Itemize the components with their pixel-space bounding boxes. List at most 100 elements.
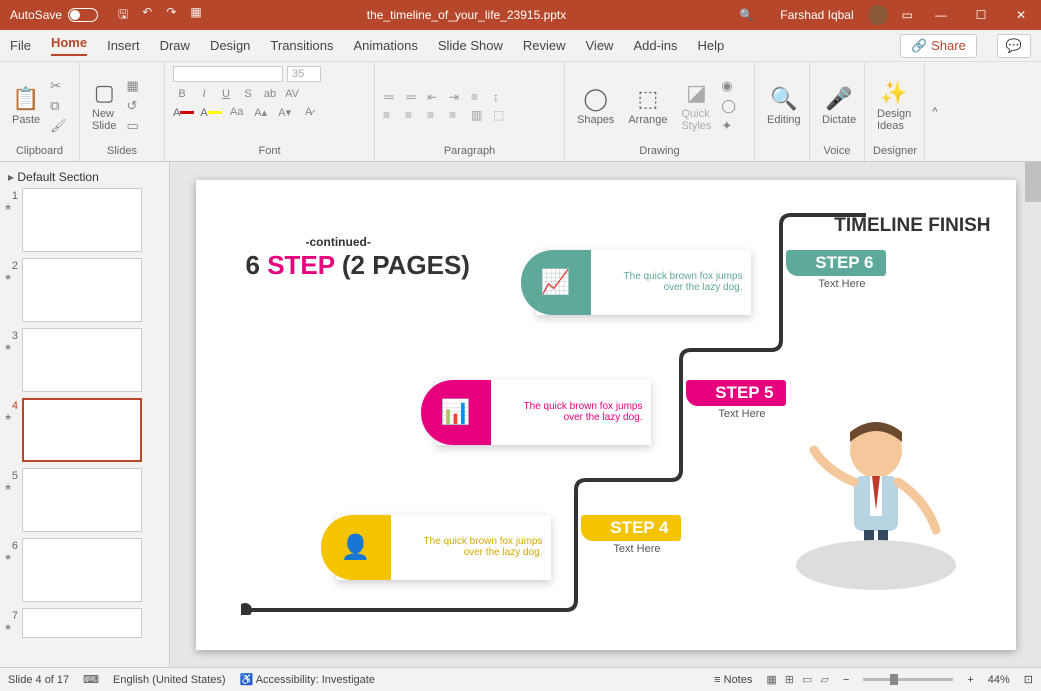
slide-thumb-7[interactable] [22, 608, 142, 638]
redo-icon[interactable]: ↷ [166, 5, 176, 26]
align-right-button[interactable]: ≡ [427, 108, 445, 122]
character-spacing-button[interactable]: AV [283, 88, 301, 100]
slideshow-view-button[interactable]: ▱ [820, 673, 828, 686]
italic-button[interactable]: I [195, 88, 213, 100]
chart-bar-icon: 📊 [421, 380, 491, 445]
minimize-button[interactable]: — [921, 8, 961, 22]
format-painter-icon[interactable]: 🖌 [50, 118, 67, 134]
vertical-scrollbar[interactable] [1025, 162, 1041, 667]
avatar[interactable] [868, 5, 888, 25]
reading-view-button[interactable]: ▭ [802, 673, 812, 686]
undo-icon[interactable]: ↶ [142, 5, 152, 26]
shadow-button[interactable]: ab [261, 88, 279, 100]
section-header[interactable]: Default Section [4, 166, 165, 188]
present-icon[interactable]: ▦ [190, 5, 201, 26]
collapse-ribbon-button[interactable]: ^ [925, 62, 945, 161]
reset-icon[interactable]: ↺ [126, 98, 138, 114]
tab-file[interactable]: File [10, 38, 31, 53]
share-button[interactable]: 🔗 Share [900, 34, 977, 58]
sorter-view-button[interactable]: ⊞ [785, 673, 794, 686]
smartart-button[interactable]: ⬚ [493, 108, 511, 122]
tab-draw[interactable]: Draw [160, 38, 190, 53]
username: Farshad Iqbal [780, 8, 853, 22]
slide-thumb-3[interactable] [22, 328, 142, 392]
slide-canvas[interactable]: -continued- 6 STEP (2 PAGES) TIMELINE FI… [196, 180, 1016, 650]
clear-formatting-button[interactable]: A̷ [300, 106, 318, 119]
spellcheck-icon[interactable]: ⌨ [83, 673, 99, 686]
arrange-button[interactable]: ⬚ Arrange [624, 84, 671, 128]
autosave-label: AutoSave [10, 8, 62, 22]
group-slides: Slides [88, 145, 156, 157]
search-icon[interactable]: 🔍 [721, 8, 772, 22]
line-spacing-button[interactable]: ≡ [471, 90, 489, 104]
tab-help[interactable]: Help [698, 38, 725, 53]
zoom-level[interactable]: 44% [988, 674, 1010, 686]
quick-styles-button[interactable]: ◪ Quick Styles [677, 78, 715, 134]
tab-transitions[interactable]: Transitions [270, 38, 333, 53]
bold-button[interactable]: B [173, 88, 191, 100]
align-left-button[interactable]: ≡ [383, 108, 401, 122]
tab-view[interactable]: View [586, 38, 614, 53]
font-color-button[interactable]: A [173, 106, 194, 119]
columns-button[interactable]: ▥ [471, 108, 489, 122]
slide-thumb-5[interactable] [22, 468, 142, 532]
editing-button[interactable]: 🔍 Editing [763, 84, 805, 128]
tab-home[interactable]: Home [51, 35, 87, 56]
new-slide-button[interactable]: ▢ New Slide [88, 78, 120, 134]
slide-thumb-6[interactable] [22, 538, 142, 602]
justify-button[interactable]: ≡ [449, 108, 467, 122]
step6-text: Text Here [818, 278, 865, 290]
shapes-button[interactable]: ◯ Shapes [573, 84, 618, 128]
highlight-button[interactable]: A [200, 106, 221, 119]
zoom-in-button[interactable]: + [967, 674, 973, 686]
font-family-select[interactable] [173, 66, 283, 82]
normal-view-button[interactable]: ▦ [766, 673, 776, 686]
group-voice: Voice [818, 145, 856, 157]
zoom-slider[interactable] [863, 678, 953, 681]
slide-thumb-4[interactable] [22, 398, 142, 462]
design-ideas-button[interactable]: ✨ Design Ideas [873, 78, 915, 134]
shrink-font-button[interactable]: A▾ [276, 106, 294, 119]
underline-button[interactable]: U [217, 88, 235, 100]
comments-button[interactable]: 💬 [997, 34, 1031, 58]
grow-font-button[interactable]: A▴ [252, 106, 270, 119]
tab-animations[interactable]: Animations [354, 38, 418, 53]
save-icon[interactable]: 🖫 [118, 5, 128, 26]
zoom-out-button[interactable]: − [843, 674, 849, 686]
tab-insert[interactable]: Insert [107, 38, 140, 53]
section-icon[interactable]: ▭ [126, 118, 138, 134]
slide-thumb-2[interactable] [22, 258, 142, 322]
text-direction-button[interactable]: ↕ [493, 90, 511, 104]
tab-addins[interactable]: Add-ins [633, 38, 677, 53]
cut-icon[interactable]: ✂ [50, 78, 67, 94]
tab-slideshow[interactable]: Slide Show [438, 38, 503, 53]
indent-decrease-button[interactable]: ⇤ [427, 90, 445, 104]
font-size-select[interactable]: 35 [287, 66, 321, 82]
tab-review[interactable]: Review [523, 38, 566, 53]
maximize-button[interactable]: ☐ [961, 8, 1001, 22]
shape-outline-icon[interactable]: ◯ [721, 98, 736, 114]
strikethrough-button[interactable]: S [239, 88, 257, 100]
accessibility-status[interactable]: ♿ Accessibility: Investigate [240, 673, 375, 686]
align-center-button[interactable]: ≡ [405, 108, 423, 122]
arrange-icon: ⬚ [637, 86, 658, 112]
close-button[interactable]: ✕ [1001, 8, 1041, 22]
notes-button[interactable]: ≡ Notes [714, 674, 752, 686]
shape-fill-icon[interactable]: ◉ [721, 78, 736, 94]
indent-increase-button[interactable]: ⇥ [449, 90, 467, 104]
fit-window-button[interactable]: ⊡ [1024, 673, 1033, 686]
slide-counter[interactable]: Slide 4 of 17 [8, 674, 69, 686]
change-case-button[interactable]: Aa [228, 106, 246, 119]
autosave-toggle[interactable] [68, 8, 98, 22]
tab-design[interactable]: Design [210, 38, 250, 53]
bullets-button[interactable]: ≔ [383, 90, 401, 104]
layout-icon[interactable]: ▦ [126, 78, 138, 94]
ribbon-display-icon[interactable]: ▭ [902, 8, 913, 22]
shape-effects-icon[interactable]: ✦ [721, 118, 736, 134]
numbering-button[interactable]: ≕ [405, 90, 423, 104]
language-status[interactable]: English (United States) [113, 674, 226, 686]
dictate-button[interactable]: 🎤 Dictate [818, 84, 860, 128]
copy-icon[interactable]: ⧉ [50, 98, 67, 114]
paste-button[interactable]: 📋 Paste [8, 84, 44, 128]
slide-thumb-1[interactable] [22, 188, 142, 252]
